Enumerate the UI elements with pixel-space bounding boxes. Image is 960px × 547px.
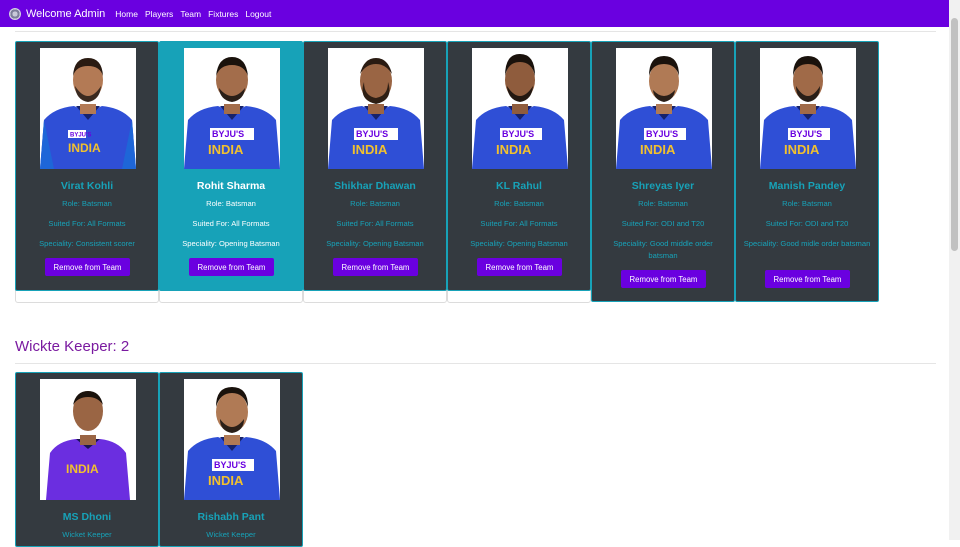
svg-text:BYJU'S: BYJU'S bbox=[356, 129, 388, 139]
divider bbox=[15, 31, 936, 32]
player-role: Role: Batsman bbox=[782, 199, 832, 208]
svg-text:BYJU'S: BYJU'S bbox=[502, 129, 534, 139]
brand-text: Welcome Admin bbox=[26, 7, 106, 20]
svg-text:INDIA: INDIA bbox=[68, 141, 101, 155]
player-suited: Suited For: ODI and T20 bbox=[765, 219, 849, 228]
player-photo: BYJU'S INDIA bbox=[328, 48, 424, 169]
player-name: Virat Kohli bbox=[60, 180, 114, 192]
player-card-manish-pandey: BYJU'S INDIA Manish Pandey Role: Batsman … bbox=[735, 41, 879, 302]
remove-from-team-button[interactable]: Remove from Team bbox=[765, 270, 850, 288]
player-card-virat-kohli: BYJU'S INDIA Virat Kohli Role: Batsman Su… bbox=[15, 41, 159, 291]
brand[interactable]: Welcome Admin bbox=[9, 7, 106, 20]
svg-text:BYJU'S: BYJU'S bbox=[790, 129, 822, 139]
player-photo: BYJU'S INDIA bbox=[616, 48, 712, 169]
svg-text:INDIA: INDIA bbox=[784, 142, 820, 157]
player-card-ms-dhoni: INDIA MS Dhoni Wicket Keeper bbox=[15, 372, 159, 547]
top-navbar: Welcome Admin Home Players Team Fixtures… bbox=[0, 0, 949, 27]
player-card-kl-rahul: BYJU'S INDIA KL Rahul Role: Batsman Suite… bbox=[447, 41, 591, 291]
player-suited: Suited For: All Formats bbox=[336, 219, 414, 228]
player-suited: Suited For: All Formats bbox=[48, 219, 126, 228]
scrollbar-thumb[interactable] bbox=[951, 18, 958, 251]
player-speciality: Speciality: Opening Batsman bbox=[326, 239, 424, 248]
player-suited: Suited For: All Formats bbox=[192, 219, 270, 228]
svg-text:BYJU'S: BYJU'S bbox=[212, 129, 244, 139]
player-speciality: Speciality: Opening Batsman bbox=[470, 239, 568, 248]
logo-icon bbox=[9, 7, 21, 20]
player-speciality: Speciality: Good midle order batsman bbox=[743, 239, 871, 248]
player-suited: Suited For: ODI and T20 bbox=[621, 219, 705, 228]
player-role: Role: Batsman bbox=[206, 199, 256, 208]
player-photo: BYJU'S INDIA bbox=[472, 48, 568, 169]
nav-home[interactable]: Home bbox=[115, 9, 138, 19]
player-photo: BYJU'S INDIA bbox=[760, 48, 856, 169]
player-photo: BYJU'S INDIA bbox=[184, 48, 280, 169]
player-role: Wicket Keeper bbox=[206, 530, 256, 539]
nav-team[interactable]: Team bbox=[180, 9, 201, 19]
player-name: Shreyas Iyer bbox=[631, 180, 695, 192]
divider bbox=[15, 363, 936, 364]
svg-text:INDIA: INDIA bbox=[352, 142, 388, 157]
svg-text:BYJU'S: BYJU'S bbox=[214, 460, 246, 470]
player-name: Shikhar Dhawan bbox=[334, 180, 416, 192]
player-role: Wicket Keeper bbox=[62, 530, 112, 539]
svg-text:INDIA: INDIA bbox=[640, 142, 676, 157]
svg-text:BYJU'S: BYJU'S bbox=[70, 133, 91, 139]
nav-fixtures[interactable]: Fixtures bbox=[208, 9, 238, 19]
player-suited: Suited For: All Formats bbox=[480, 219, 558, 228]
player-card-rohit-sharma: BYJU'S INDIA Rohit Sharma Role: Batsman S… bbox=[159, 41, 303, 291]
player-role: Role: Batsman bbox=[638, 199, 688, 208]
player-card-shikhar-dhawan: BYJU'S INDIA Shikhar Dhawan Role: Batsman… bbox=[303, 41, 447, 291]
svg-text:INDIA: INDIA bbox=[66, 462, 99, 476]
remove-from-team-button[interactable]: Remove from Team bbox=[477, 258, 562, 276]
player-speciality: Speciality: Good middle order batsman bbox=[613, 239, 713, 260]
nav-logout[interactable]: Logout bbox=[245, 9, 271, 19]
svg-text:INDIA: INDIA bbox=[496, 142, 532, 157]
player-photo: BYJU'S INDIA bbox=[40, 48, 136, 169]
player-name: Rohit Sharma bbox=[196, 180, 266, 192]
remove-from-team-button[interactable]: Remove from Team bbox=[45, 258, 130, 276]
player-photo: BYJU'S INDIA bbox=[184, 379, 280, 500]
player-card-shreyas-iyer: BYJU'S INDIA Shreyas Iyer Role: Batsman S… bbox=[591, 41, 735, 302]
player-name: KL Rahul bbox=[496, 180, 542, 192]
section-title-wicket-keeper: Wickte Keeper: 2 bbox=[15, 338, 130, 355]
player-card-rishabh-pant: BYJU'S INDIA Rishabh Pant Wicket Keeper bbox=[159, 372, 303, 547]
player-photo: INDIA bbox=[40, 379, 136, 500]
remove-from-team-button[interactable]: Remove from Team bbox=[621, 270, 706, 288]
remove-from-team-button[interactable]: Remove from Team bbox=[333, 258, 418, 276]
remove-from-team-button[interactable]: Remove from Team bbox=[189, 258, 274, 276]
player-role: Role: Batsman bbox=[62, 199, 112, 208]
player-speciality: Speciality: Consistent scorer bbox=[39, 239, 135, 248]
nav-players[interactable]: Players bbox=[145, 9, 173, 19]
player-name: MS Dhoni bbox=[62, 511, 112, 523]
player-name: Rishabh Pant bbox=[197, 511, 265, 523]
player-role: Role: Batsman bbox=[350, 199, 400, 208]
player-speciality: Speciality: Opening Batsman bbox=[182, 239, 280, 248]
player-name: Manish Pandey bbox=[768, 180, 846, 192]
svg-text:BYJU'S: BYJU'S bbox=[646, 129, 678, 139]
svg-text:INDIA: INDIA bbox=[208, 473, 244, 488]
svg-text:INDIA: INDIA bbox=[208, 142, 244, 157]
player-role: Role: Batsman bbox=[494, 199, 544, 208]
